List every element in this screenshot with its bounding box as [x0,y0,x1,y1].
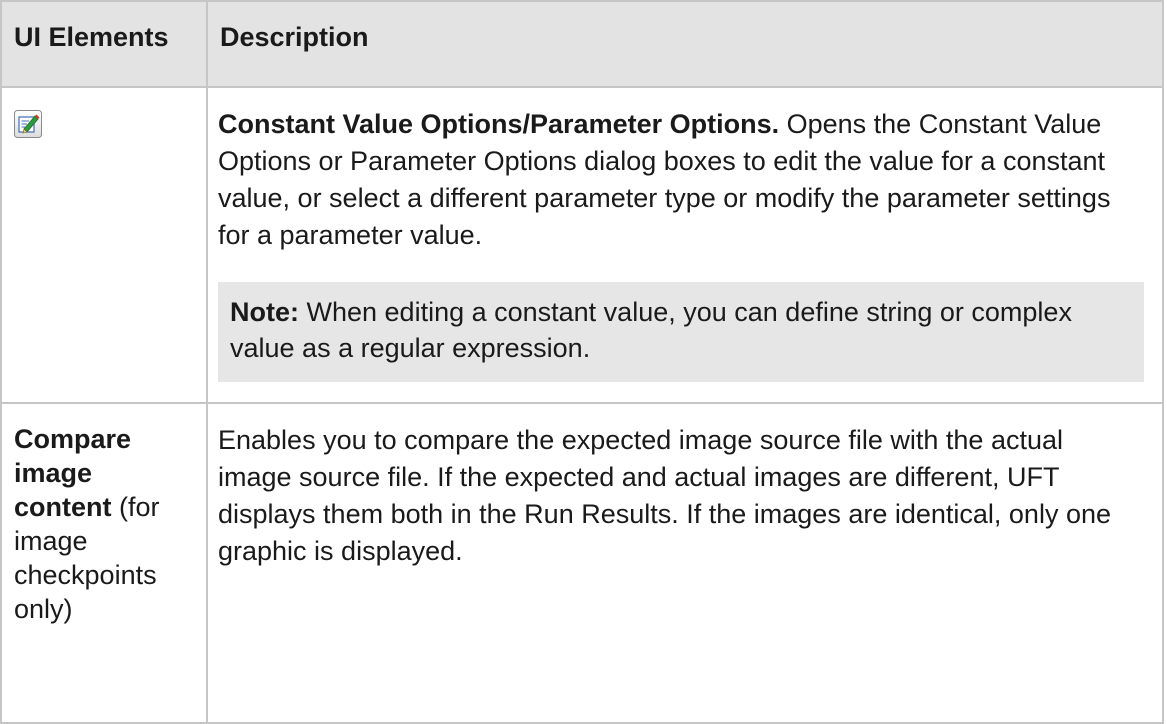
description-cell: Enables you to compare the expected imag… [206,402,1164,724]
table-row: Constant Value Options/Parameter Options… [0,86,1164,404]
header-description: Description [206,0,1164,88]
description-paragraph: Enables you to compare the expected imag… [218,425,1111,566]
table-header-row: UI Elements Description [0,0,1164,88]
element-cell [0,86,208,404]
edit-pencil-icon[interactable] [14,110,42,138]
element-cell: Compare image content (for image checkpo… [0,402,208,724]
description-paragraph: Constant Value Options/Parameter Options… [218,106,1144,254]
table-row: Compare image content (for image checkpo… [0,402,1164,724]
note-box: Note: When editing a constant value, you… [218,282,1144,382]
note-label: Note: [230,297,299,327]
description-cell: Constant Value Options/Parameter Options… [206,86,1164,404]
ui-elements-table: UI Elements Description Constant Value O… [0,0,1164,724]
option-title: Constant Value Options/Parameter Options… [218,109,780,139]
header-ui-elements: UI Elements [0,0,208,88]
note-text: When editing a constant value, you can d… [230,297,1072,363]
